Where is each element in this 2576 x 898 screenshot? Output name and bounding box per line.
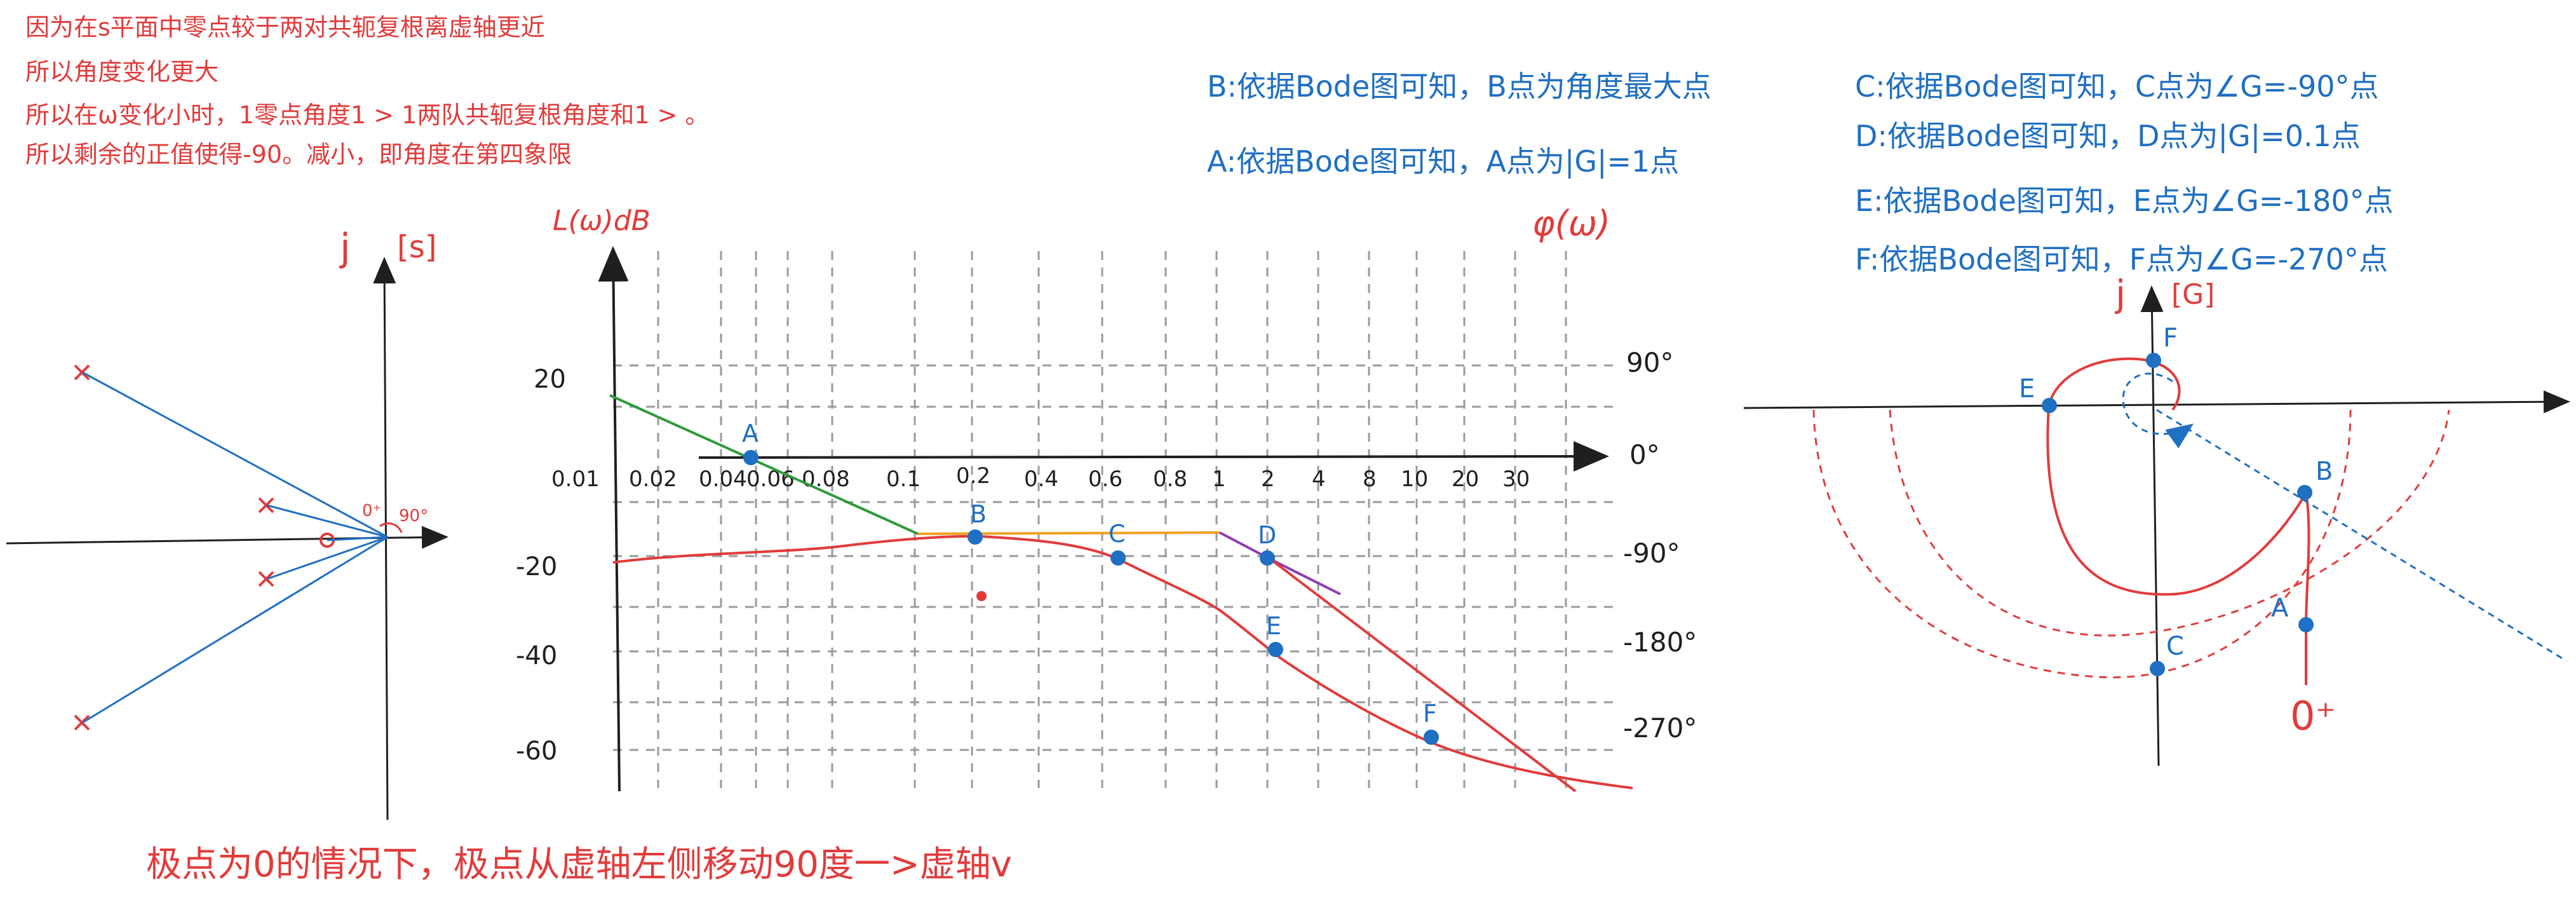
bode-point-f: F bbox=[1423, 700, 1439, 745]
freq-tick: 0.02 bbox=[629, 466, 677, 492]
bode-right-tick: -90° bbox=[1623, 538, 1680, 569]
nyquist-point-e: E bbox=[2019, 374, 2057, 413]
freq-tick: 10 bbox=[1401, 466, 1428, 492]
diagram-canvas: 因为在s平面中零点较于两对共轭复根离虚轴更近 所以角度变化更大 所以在ω变化小时… bbox=[0, 0, 2576, 898]
nyquist-j-label: j bbox=[2114, 272, 2126, 315]
bode-frequency-ticks: 0.01 0.02 0.04 0.06 0.08 0.1 0.2 0.4 0.6… bbox=[551, 463, 1530, 492]
s-plane-poles bbox=[74, 364, 274, 731]
nyquist-blue-line bbox=[2156, 409, 2567, 662]
nyquist-dashed-inner bbox=[1889, 409, 2450, 637]
bode-right-tick: 0° bbox=[1629, 439, 1660, 470]
pole-marker bbox=[258, 497, 274, 514]
nyquist-point-b: B bbox=[2297, 457, 2333, 500]
diagram-svg: j [s] 0⁺ 90° L(ω)dB φ(ω) 20 -20 -40 -60 … bbox=[6, 203, 2570, 820]
bode-left-tick: -40 bbox=[516, 641, 557, 670]
freq-tick: 20 bbox=[1452, 466, 1479, 492]
bode-frequency-axis bbox=[698, 441, 1609, 472]
pole-marker bbox=[74, 714, 90, 731]
bode-point-d: D bbox=[1258, 521, 1276, 566]
bode-right-tick: 90° bbox=[1626, 347, 1673, 378]
freq-tick: 0.1 bbox=[886, 466, 920, 492]
freq-tick: 0.04 bbox=[699, 466, 747, 492]
nyquist-plot: j [G] F E B A C 0⁺ bbox=[1743, 272, 2570, 766]
freq-tick: 1 bbox=[1212, 466, 1226, 492]
svg-text:C: C bbox=[2166, 632, 2184, 661]
pole-marker bbox=[74, 364, 90, 381]
svg-text:A: A bbox=[742, 419, 759, 447]
svg-text:D: D bbox=[1258, 521, 1276, 549]
svg-text:E: E bbox=[1266, 612, 1281, 640]
bode-left-axis-label: L(ω)dB bbox=[553, 205, 651, 237]
bode-left-tick: -20 bbox=[516, 552, 557, 582]
bode-asymptote-orange bbox=[917, 531, 1220, 535]
freq-tick: 0.2 bbox=[956, 463, 990, 489]
s-plane-vectors bbox=[82, 371, 388, 724]
svg-text:F: F bbox=[2163, 323, 2178, 353]
bode-right-axis-label: φ(ω) bbox=[1532, 203, 1610, 243]
freq-tick: 0.6 bbox=[1088, 466, 1123, 492]
bode-left-tick: 20 bbox=[534, 365, 566, 394]
s-plane-imag-axis bbox=[373, 257, 396, 820]
pole-marker bbox=[258, 571, 274, 587]
freq-tick: 30 bbox=[1502, 466, 1530, 492]
nyquist-point-c: C bbox=[2150, 632, 2184, 676]
freq-tick: 0.8 bbox=[1153, 466, 1187, 492]
svg-text:F: F bbox=[1423, 700, 1437, 728]
freq-tick: 2 bbox=[1261, 466, 1275, 492]
svg-text:B: B bbox=[2316, 457, 2333, 486]
s-plane: j [s] 0⁺ 90° bbox=[6, 226, 448, 820]
nyquist-dashed-outer bbox=[1812, 409, 2352, 679]
svg-text:E: E bbox=[2019, 374, 2035, 404]
bode-plot: L(ω)dB φ(ω) 20 -20 -40 -60 90° 0° -90° -… bbox=[516, 203, 1697, 793]
s-plane-angle-arc bbox=[379, 522, 403, 533]
s-plane-j-label: j bbox=[339, 226, 351, 270]
bode-point-b: B bbox=[968, 500, 987, 545]
bode-point-e: E bbox=[1266, 612, 1283, 657]
bode-left-axis bbox=[598, 246, 629, 792]
bode-asymptote-red-steep bbox=[1269, 558, 1577, 793]
svg-text:B: B bbox=[970, 500, 987, 528]
bode-left-tick: -60 bbox=[516, 737, 557, 766]
bode-right-tick: -270° bbox=[1623, 712, 1697, 744]
nyquist-point-f: F bbox=[2146, 323, 2178, 368]
nyquist-start-label: 0⁺ bbox=[2290, 693, 2336, 739]
freq-tick: 0.4 bbox=[1024, 466, 1058, 492]
s-plane-angle-label: 90° bbox=[399, 507, 428, 526]
freq-tick: 0.06 bbox=[746, 466, 795, 492]
svg-text:C: C bbox=[1109, 520, 1126, 548]
freq-tick: 0.08 bbox=[802, 466, 850, 492]
svg-text:A: A bbox=[2271, 594, 2289, 623]
bode-right-tick: -180° bbox=[1623, 627, 1697, 658]
freq-tick: 4 bbox=[1312, 466, 1326, 492]
bode-point-a: A bbox=[742, 419, 759, 465]
bode-asymptote-green bbox=[609, 394, 919, 535]
bode-red-dot bbox=[976, 591, 987, 601]
s-plane-s-label: [s] bbox=[397, 229, 436, 265]
nyquist-g-label: [G] bbox=[2171, 278, 2215, 311]
freq-tick: 0.01 bbox=[551, 466, 600, 492]
s-plane-zero-label: 0⁺ bbox=[362, 501, 381, 520]
bode-asymptote-purple bbox=[1219, 531, 1341, 595]
nyquist-real-axis bbox=[1743, 390, 2570, 414]
bode-point-c: C bbox=[1109, 520, 1126, 566]
freq-tick: 8 bbox=[1363, 466, 1377, 492]
